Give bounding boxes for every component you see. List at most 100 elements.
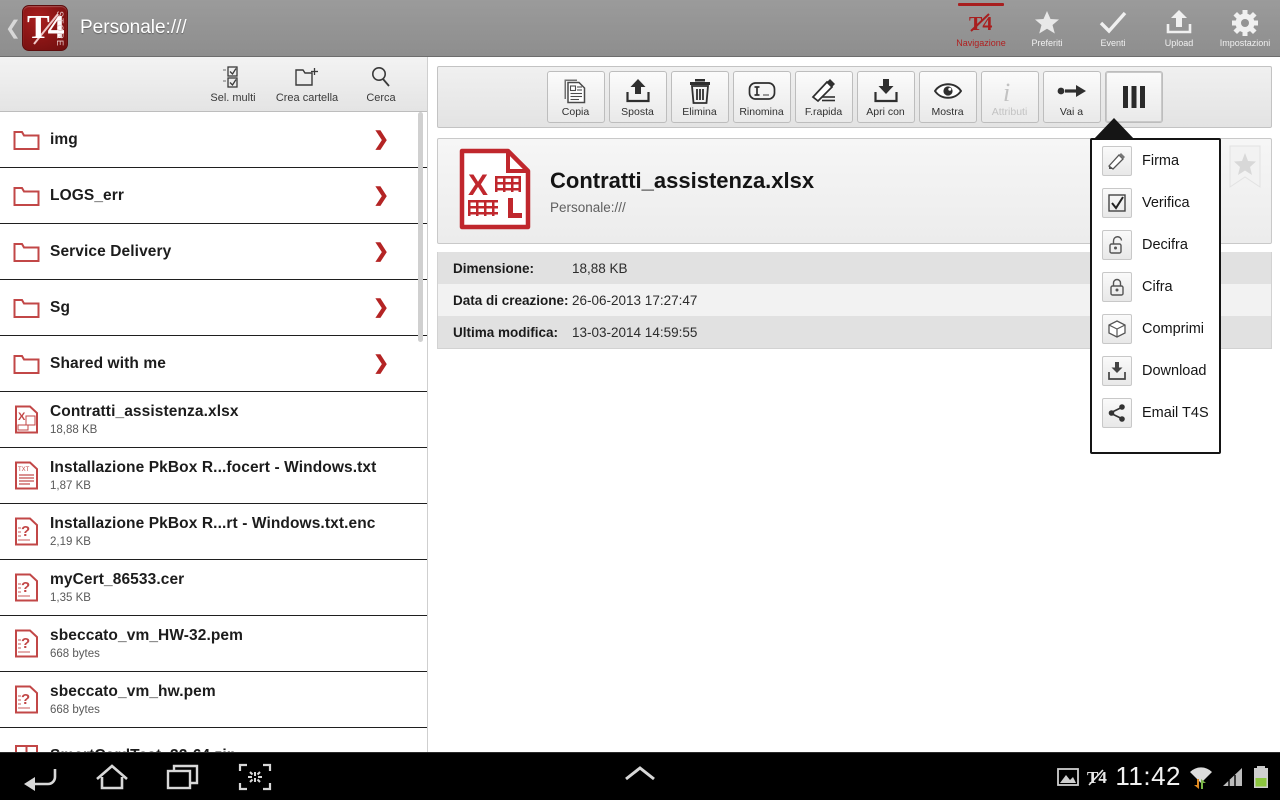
- list-item[interactable]: ? myCert_86533.cer 1,35 KB: [0, 560, 427, 616]
- scrollbar-thumb[interactable]: [418, 112, 423, 342]
- search-button[interactable]: Cerca: [347, 59, 415, 109]
- nav-item-eventi[interactable]: Eventi: [1080, 0, 1146, 57]
- quick-sign-button[interactable]: F.rapida: [794, 71, 853, 123]
- gear-icon: [1232, 9, 1258, 37]
- list-item[interactable]: ? Installazione PkBox R...rt - Windows.t…: [0, 504, 427, 560]
- file-list-scrollbar[interactable]: [418, 112, 425, 752]
- menu-item-download[interactable]: Download: [1092, 350, 1219, 392]
- list-item[interactable]: ? sbeccato_vm_hw.pem 668 bytes: [0, 672, 427, 728]
- trash-icon: [687, 77, 713, 105]
- upload-icon: [1166, 9, 1192, 37]
- unlock-icon: [1102, 230, 1132, 260]
- folder-icon: [8, 128, 44, 151]
- delete-button[interactable]: Elimina: [670, 71, 729, 123]
- more-actions-button[interactable]: [1104, 71, 1163, 123]
- file-name: sbeccato_vm_HW-32.pem: [50, 627, 244, 644]
- menu-item-email-t4s[interactable]: Email T4S: [1092, 392, 1219, 434]
- file-name: Service Delivery: [50, 242, 172, 260]
- create-folder-button[interactable]: Crea cartella: [273, 59, 341, 109]
- new-folder-icon: [295, 64, 319, 90]
- file-detail-path: Personale:///: [550, 199, 626, 215]
- folder-icon: [8, 352, 44, 375]
- show-button[interactable]: Mostra: [918, 71, 977, 123]
- checkbox-checked-icon: [1102, 188, 1132, 218]
- quick-sign-icon: [810, 77, 838, 105]
- svg-text:?: ?: [21, 691, 30, 708]
- unknown-file-icon: ?: [8, 573, 44, 602]
- attributes-button[interactable]: i Attributi: [980, 71, 1039, 123]
- file-size: 668 bytes: [50, 648, 100, 660]
- file-list[interactable]: img ❯ LOGS_err ❯ Service Delivery ❯ Sg ❯…: [0, 112, 427, 752]
- battery-icon: [1252, 765, 1270, 789]
- menu-item-comprimi[interactable]: Comprimi: [1092, 308, 1219, 350]
- pencil-icon: [1102, 146, 1132, 176]
- eye-icon: [933, 77, 962, 105]
- metadata-value: 13-03-2014 14:59:55: [572, 324, 698, 340]
- check-icon: [1099, 9, 1127, 37]
- rename-button[interactable]: Rinomina: [732, 71, 791, 123]
- popup-arrow: [1093, 118, 1135, 140]
- zip-file-icon: [8, 741, 44, 752]
- app-root: ❮ T4 STORE Personale:/// T4 Navigazione: [0, 0, 1280, 800]
- multi-select-button[interactable]: Sel. multi: [199, 59, 267, 109]
- chevron-right-icon: ❯: [373, 129, 389, 150]
- screenshot-icon[interactable]: [238, 763, 272, 791]
- list-item[interactable]: Shared with me ❯: [0, 336, 427, 392]
- list-item[interactable]: Service Delivery ❯: [0, 224, 427, 280]
- menu-item-decifra[interactable]: Decifra: [1092, 224, 1219, 266]
- move-button[interactable]: Sposta: [608, 71, 667, 123]
- nav-item-navigazione[interactable]: T4 Navigazione: [948, 0, 1014, 57]
- menu-item-verifica[interactable]: Verifica: [1092, 182, 1219, 224]
- actions-popup-menu[interactable]: Firma Verifica Decifra Cifra Comprimi Do…: [1090, 138, 1221, 454]
- file-name: Shared with me: [50, 354, 166, 372]
- file-size: 2,19 KB: [50, 536, 91, 548]
- expand-notifications-button[interactable]: [620, 762, 660, 791]
- cell-signal-icon: [1221, 766, 1245, 788]
- folder-icon: [8, 184, 44, 207]
- nav-label: Upload: [1164, 37, 1194, 48]
- nav-item-upload[interactable]: Upload: [1146, 0, 1212, 57]
- menu-item-label: Comprimi: [1142, 321, 1205, 337]
- list-item[interactable]: Sg ❯: [0, 280, 427, 336]
- svg-text:TXT: TXT: [18, 467, 30, 473]
- menu-item-firma[interactable]: Firma: [1092, 140, 1219, 182]
- back-arrow-icon[interactable]: [22, 763, 58, 791]
- button-label: Vai a: [1059, 105, 1084, 118]
- list-item[interactable]: X Contratti_assistenza.xlsx 18,88 KB: [0, 392, 427, 448]
- menu-item-label: Firma: [1142, 153, 1180, 169]
- home-icon[interactable]: [94, 763, 130, 791]
- page-title: Personale:///: [80, 17, 187, 38]
- menu-item-label: Download: [1142, 363, 1207, 379]
- back-chevron-icon[interactable]: ❮: [0, 19, 22, 38]
- goto-button[interactable]: Vai a: [1042, 71, 1101, 123]
- metadata-value: 18,88 KB: [572, 260, 628, 276]
- open-with-button[interactable]: Apri con: [856, 71, 915, 123]
- menu-item-label: Verifica: [1142, 195, 1190, 211]
- menu-item-label: Email T4S: [1142, 405, 1209, 421]
- nav-item-preferiti[interactable]: Preferiti: [1014, 0, 1080, 57]
- list-item[interactable]: SmartCardTest_32-64.zip: [0, 728, 427, 752]
- nav-label: Impostazioni: [1219, 37, 1271, 48]
- svg-text:X: X: [468, 169, 488, 202]
- list-item[interactable]: img ❯: [0, 112, 427, 168]
- status-area[interactable]: T4 11:42: [1057, 761, 1280, 792]
- nav-label: Eventi: [1100, 37, 1126, 48]
- bookmark-star-icon[interactable]: [1227, 145, 1263, 191]
- file-name: LOGS_err: [50, 186, 125, 204]
- search-icon: [370, 64, 392, 90]
- list-item[interactable]: ? sbeccato_vm_HW-32.pem 668 bytes: [0, 616, 427, 672]
- list-item[interactable]: LOGS_err ❯: [0, 168, 427, 224]
- list-item[interactable]: TXT Installazione PkBox R...focert - Win…: [0, 448, 427, 504]
- chevron-right-icon: ❯: [373, 185, 389, 206]
- svg-text:X: X: [18, 411, 26, 423]
- copy-button[interactable]: Copia: [546, 71, 605, 123]
- menu-item-cifra[interactable]: Cifra: [1092, 266, 1219, 308]
- recent-apps-icon[interactable]: [166, 763, 202, 791]
- button-label: Attributi: [991, 105, 1028, 118]
- chevron-up-icon: [625, 766, 655, 781]
- svg-text:T4: T4: [969, 13, 992, 35]
- metadata-label: Ultima modifica:: [453, 324, 559, 340]
- file-detail-name: Contratti_assistenza.xlsx: [550, 167, 815, 193]
- file-size: 18,88 KB: [50, 424, 98, 436]
- nav-item-impostazioni[interactable]: Impostazioni: [1212, 0, 1278, 57]
